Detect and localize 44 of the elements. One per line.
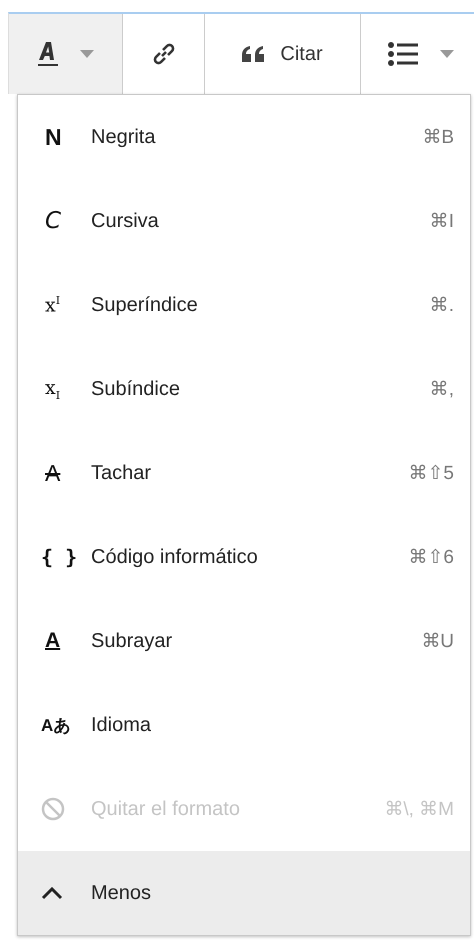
shortcut-text: ⌘\, ⌘M bbox=[384, 798, 454, 821]
item-label: Menos bbox=[91, 882, 152, 904]
item-label: Quitar el formato bbox=[91, 798, 240, 820]
text-style-dropdown[interactable] bbox=[9, 14, 123, 94]
caret-icon bbox=[440, 50, 454, 58]
text-style-icon bbox=[38, 41, 58, 67]
item-label: Código informático bbox=[91, 546, 258, 568]
menu-item[interactable]: x$_{I}$ Subíndice ⌘, bbox=[18, 347, 470, 431]
shortcut-text: ⌘U bbox=[421, 630, 454, 653]
italic-icon: C bbox=[41, 208, 62, 234]
quote-icon bbox=[242, 46, 266, 62]
shortcut-text: ⌘⇧6 bbox=[408, 546, 454, 569]
shortcut-text: ⌘⇧5 bbox=[408, 462, 454, 485]
strikethrough-icon: A bbox=[41, 460, 60, 486]
language-icon: Aあ bbox=[41, 714, 70, 736]
shortcut-text: ⌘. bbox=[430, 294, 454, 317]
menu-item[interactable]: N Negrita ⌘B bbox=[18, 95, 470, 179]
menu-item[interactable]: x$^{I}$ Superíndice ⌘. bbox=[18, 263, 470, 347]
item-label: Cursiva bbox=[91, 210, 159, 232]
chevron-up-icon bbox=[41, 886, 63, 900]
underline-icon: A bbox=[41, 629, 60, 653]
shortcut-text: ⌘I bbox=[430, 210, 454, 233]
item-label: Subíndice bbox=[91, 378, 180, 400]
item-label: Idioma bbox=[91, 714, 152, 736]
shortcut-text: ⌘B bbox=[422, 126, 454, 149]
braces-icon: { } bbox=[41, 545, 78, 569]
shortcut-text: ⌘, bbox=[430, 378, 454, 401]
item-label: Subrayar bbox=[91, 630, 172, 652]
item-label: Superíndice bbox=[91, 294, 198, 316]
menu-item[interactable]: C Cursiva ⌘I bbox=[18, 179, 470, 263]
superscript-icon: x$^{I}$ bbox=[41, 294, 60, 316]
menu-item[interactable]: A Subrayar ⌘U bbox=[18, 599, 470, 683]
subscript-icon: x$_{I}$ bbox=[41, 376, 60, 402]
link-icon bbox=[150, 41, 176, 67]
caret-icon bbox=[80, 50, 94, 58]
prohibited-icon bbox=[41, 797, 65, 821]
menu-item[interactable]: A Tachar ⌘⇧5 bbox=[18, 431, 470, 515]
bold-icon: N bbox=[41, 124, 62, 150]
menu-item[interactable]: { } Código informático ⌘⇧6 bbox=[18, 515, 470, 599]
item-label: Tachar bbox=[91, 462, 152, 484]
bulleted-list-icon bbox=[388, 41, 418, 67]
item-label: Negrita bbox=[91, 126, 156, 148]
menu-item[interactable]: Aあ Idioma bbox=[18, 683, 470, 767]
menu-item[interactable]: Menos bbox=[18, 851, 470, 935]
